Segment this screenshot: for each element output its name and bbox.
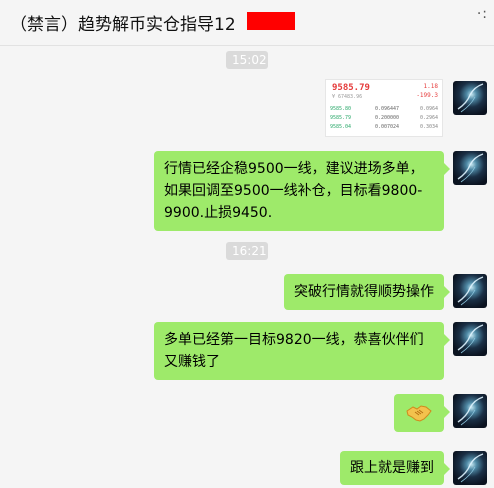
screenshot-image-message[interactable]: 9585.79 1.18 ¥ 67483.96 -199.3 9585.80 0.… [325,79,443,137]
message-bubble: 跟上就是赚到 [340,451,450,485]
avatar[interactable] [453,151,487,185]
orderbook-row: 9585.04 0.007024 0.3034 [330,124,438,130]
message-bubble: 行情已经企稳9500一线，建议进场多单，如果回调至9500一线补仓，目标看980… [154,151,450,231]
image-change-bottom: -199.3 [416,92,438,99]
avatar[interactable] [453,451,487,485]
chat-title: （禁言）趋势解币实仓指导12 [10,15,236,35]
message-text: 跟上就是赚到 [350,460,434,476]
message-bubble: 突破行情就得顺势操作 [284,274,450,310]
message-text: 突破行情就得顺势操作 [294,284,434,300]
chat-header: （禁言）趋势解币实仓指导12 ·: [0,0,494,46]
message-text: 多单已经第一目标9820一线，恭喜伙伴们又赚钱了 [164,332,424,370]
avatar[interactable] [453,274,487,308]
image-price: 9585.79 [332,83,370,93]
avatar[interactable] [453,322,487,356]
redaction-block [247,12,295,30]
orderbook-row: 9585.80 0.096447 0.0964 [330,106,438,112]
image-change-top: 1.18 [423,83,438,90]
scrollbar[interactable] [490,46,494,488]
avatar[interactable] [453,394,487,428]
message-bubble [394,394,450,432]
timestamp: 16:21 [226,242,268,260]
more-dots-icon[interactable]: ·: [477,6,488,22]
orderbook-row: 9585.79 0.200000 0.2964 [330,115,438,121]
avatar[interactable] [453,81,487,115]
message-text: 行情已经企稳9500一线，建议进场多单，如果回调至9500一线补仓，目标看980… [164,161,424,221]
message-bubble: 多单已经第一目标9820一线，恭喜伙伴们又赚钱了 [154,322,450,380]
handshake-emoji [406,405,432,422]
image-sub-line: ¥ 67483.96 [332,94,363,100]
timestamp: 15:02 [226,51,268,69]
